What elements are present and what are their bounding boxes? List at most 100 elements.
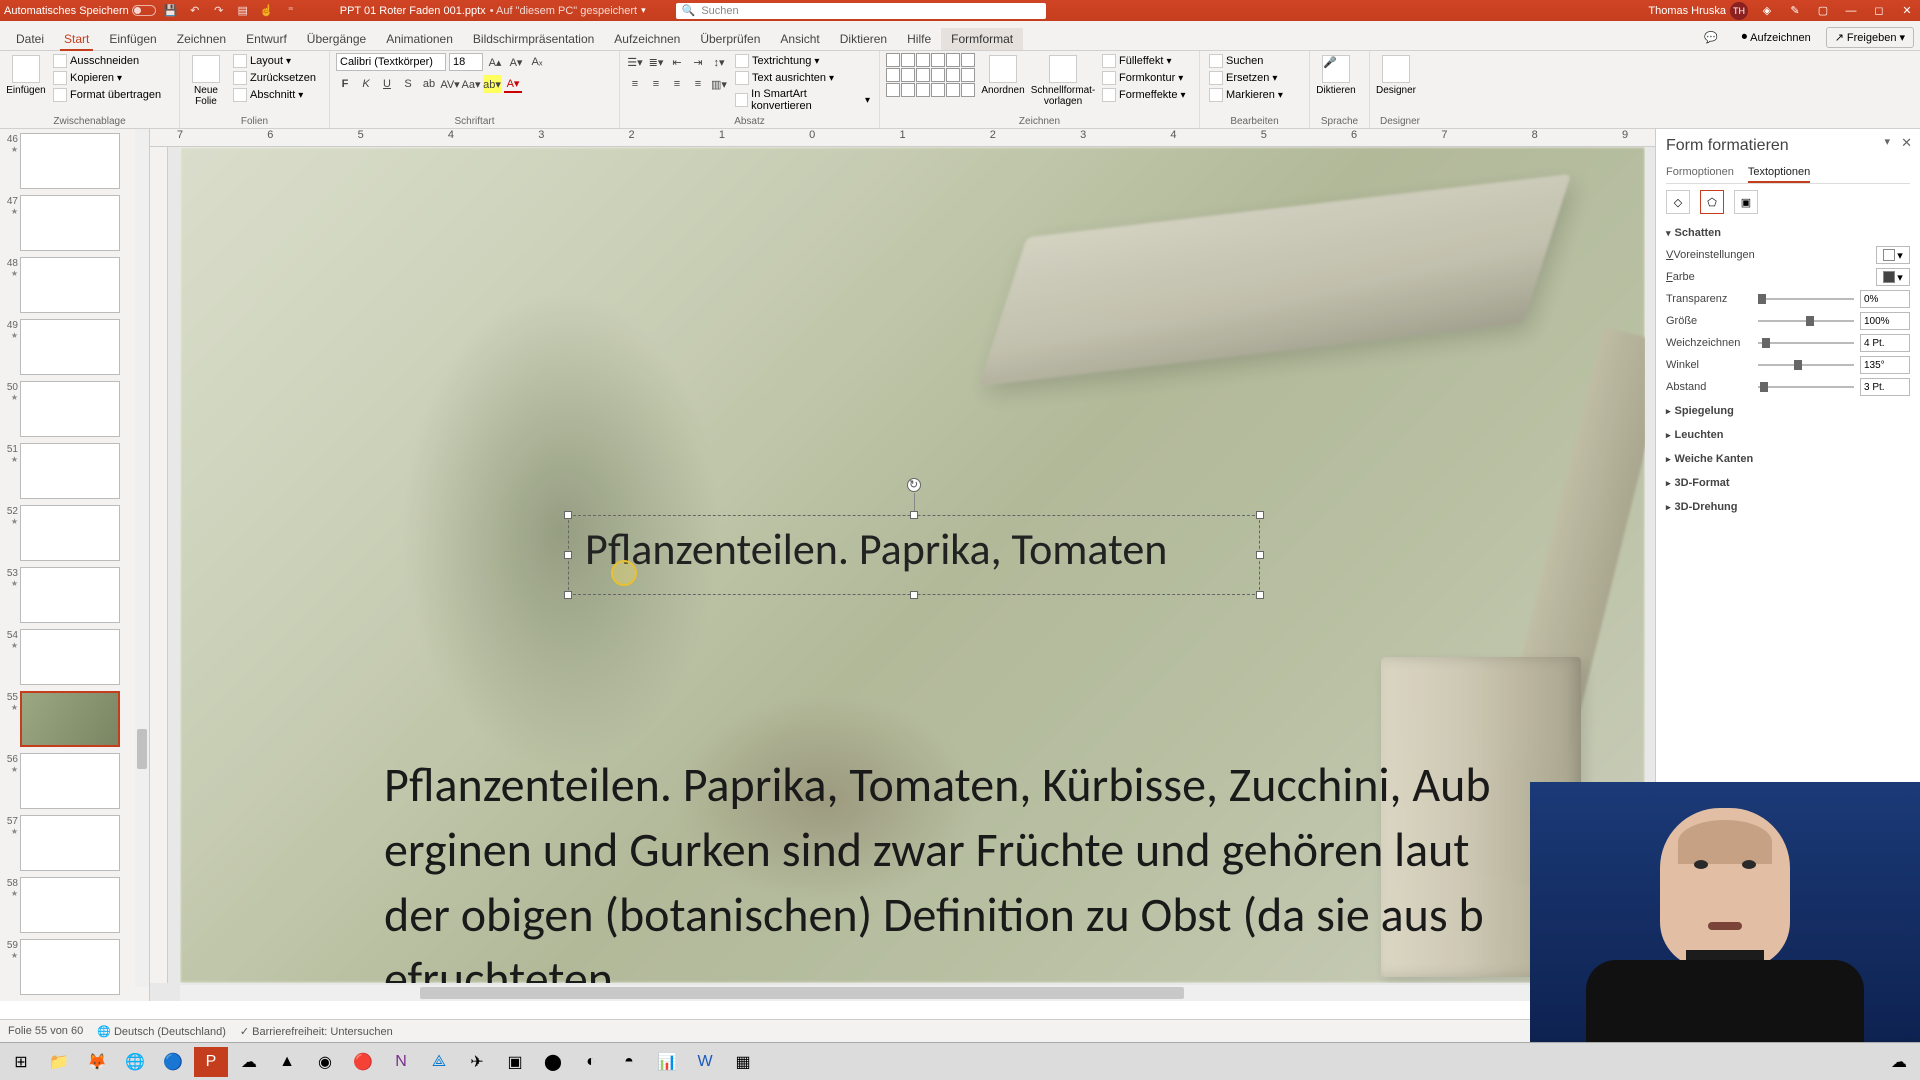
comments-button[interactable]: 💬 [1695, 27, 1727, 48]
slide-thumb-49[interactable]: 49★ [2, 319, 147, 375]
tab-aufzeichnen[interactable]: Aufzeichnen [604, 28, 690, 50]
thumb-scrollbar[interactable] [135, 129, 149, 987]
tab-textoptionen[interactable]: Textoptionen [1748, 163, 1810, 183]
pen-icon[interactable]: ✎ [1786, 2, 1804, 20]
slide-thumb-53[interactable]: 53★ [2, 567, 147, 623]
outline-button[interactable]: Formkontur ▾ [1099, 70, 1189, 86]
fillline-tab-icon[interactable]: ◇ [1666, 190, 1690, 214]
slide-counter[interactable]: Folie 55 von 60 [8, 1025, 83, 1037]
rotate-handle[interactable] [907, 478, 921, 492]
start-icon[interactable]: ⊞ [4, 1047, 38, 1077]
angle-slider[interactable] [1758, 359, 1854, 371]
shrinkfont-icon[interactable]: A▾ [507, 53, 525, 71]
presets-dropdown[interactable]: ▾ [1876, 246, 1910, 264]
resize-handle[interactable] [910, 511, 918, 519]
slide-thumb-58[interactable]: 58★ [2, 877, 147, 933]
edge-icon[interactable]: 🔵 [156, 1047, 190, 1077]
pane-close-icon[interactable]: ✕ [1901, 135, 1912, 151]
blur-value[interactable]: 4 Pt. [1860, 334, 1910, 352]
resize-handle[interactable] [1256, 551, 1264, 559]
vlc-icon[interactable]: ▲ [270, 1047, 304, 1077]
section-3ddrehung[interactable]: ▸3D-Drehung [1666, 498, 1910, 516]
fill-button[interactable]: Fülleffekt ▾ [1099, 53, 1189, 69]
slide-thumb-50[interactable]: 50★ [2, 381, 147, 437]
designer-button[interactable]: Designer [1376, 53, 1416, 96]
outdent-icon[interactable]: ⇤ [668, 53, 686, 71]
tab-entwurf[interactable]: Entwurf [236, 28, 297, 50]
case-icon[interactable]: Aa▾ [462, 75, 480, 93]
resize-handle[interactable] [564, 511, 572, 519]
slide-thumb-57[interactable]: 57★ [2, 815, 147, 871]
section-leuchten[interactable]: ▸Leuchten [1666, 426, 1910, 444]
tab-zeichnen[interactable]: Zeichnen [167, 28, 236, 50]
distance-value[interactable]: 3 Pt. [1860, 378, 1910, 396]
distance-slider[interactable] [1758, 381, 1854, 393]
find-button[interactable]: Suchen [1206, 53, 1286, 69]
minimize-icon[interactable]: — [1842, 2, 1860, 20]
italic-icon[interactable]: K [357, 75, 375, 93]
resize-handle[interactable] [1256, 591, 1264, 599]
select-button[interactable]: Markieren ▾ [1206, 87, 1286, 103]
app6-icon[interactable]: ◓ [612, 1047, 646, 1077]
arrange-button[interactable]: Anordnen [979, 53, 1027, 96]
slide[interactable]: Pflanzenteilen. Paprika, Tomaten Pflanze… [180, 147, 1645, 983]
search-box[interactable]: 🔍 Suchen [676, 3, 1046, 19]
close-icon[interactable]: ✕ [1898, 2, 1916, 20]
present-icon[interactable]: ▤ [234, 2, 252, 20]
clearformat-icon[interactable]: Aₓ [528, 53, 546, 71]
transparency-value[interactable]: 0% [1860, 290, 1910, 308]
obs-icon[interactable]: ⬤ [536, 1047, 570, 1077]
textdirection-button[interactable]: Textrichtung ▾ [732, 53, 873, 69]
section-button[interactable]: Abschnitt ▾ [230, 87, 319, 103]
cut-button[interactable]: Ausschneiden [50, 53, 164, 69]
slide-thumb-47[interactable]: 47★ [2, 195, 147, 251]
tab-datei[interactable]: Datei [6, 28, 54, 50]
formatpainter-button[interactable]: Format übertragen [50, 87, 164, 103]
slide-thumb-54[interactable]: 54★ [2, 629, 147, 685]
resize-handle[interactable] [910, 591, 918, 599]
layout-tab-icon[interactable]: ▣ [1734, 190, 1758, 214]
share-button[interactable]: ↗ Freigeben ▾ [1826, 27, 1914, 48]
tab-bildschirm[interactable]: Bildschirmpräsentation [463, 28, 604, 50]
section-spiegelung[interactable]: ▸Spiegelung [1666, 402, 1910, 420]
canvas-h-scrollbar[interactable] [180, 985, 1645, 1001]
shadow-color-dropdown[interactable]: ▾ [1876, 268, 1910, 286]
word-icon[interactable]: W [688, 1047, 722, 1077]
vscode-icon[interactable]: ⟁ [422, 1047, 456, 1077]
slide-thumb-51[interactable]: 51★ [2, 443, 147, 499]
growfont-icon[interactable]: A▴ [486, 53, 504, 71]
indent-icon[interactable]: ⇥ [689, 53, 707, 71]
size-slider[interactable] [1758, 315, 1854, 327]
justify-icon[interactable]: ≡ [689, 75, 707, 93]
accessibility-status[interactable]: ✓ Barrierefreiheit: Untersuchen [240, 1025, 393, 1038]
fontname-combo[interactable]: Calibri (Textkörper) [336, 53, 446, 71]
strike-icon[interactable]: S [399, 75, 417, 93]
quickstyles-button[interactable]: Schnellformat- vorlagen [1031, 53, 1095, 107]
aligncenter-icon[interactable]: ≡ [647, 75, 665, 93]
blur-slider[interactable] [1758, 337, 1854, 349]
bold-icon[interactable]: F [336, 75, 354, 93]
tab-formformat[interactable]: Formformat [941, 28, 1023, 50]
transparency-slider[interactable] [1758, 293, 1854, 305]
slide-canvas[interactable]: 76543210123456789 Pflanzenteilen. Paprik… [150, 129, 1655, 1001]
tab-ueberpruefen[interactable]: Überprüfen [690, 28, 770, 50]
body-text[interactable]: Pflanzenteilen. Paprika, Tomaten, Kürbis… [384, 753, 1505, 983]
slide-thumb-48[interactable]: 48★ [2, 257, 147, 313]
explorer-icon[interactable]: 📁 [42, 1047, 76, 1077]
section-3dformat[interactable]: ▸3D-Format [1666, 474, 1910, 492]
record-button[interactable]: ⏺ Aufzeichnen [1733, 27, 1820, 48]
tab-einfuegen[interactable]: Einfügen [99, 28, 166, 50]
slide-thumb-55[interactable]: 55★ [2, 691, 147, 747]
tab-uebergaenge[interactable]: Übergänge [297, 28, 376, 50]
user-account[interactable]: Thomas Hruska TH [1648, 2, 1748, 20]
reset-button[interactable]: Zurücksetzen [230, 70, 319, 86]
layout-button[interactable]: Layout ▾ [230, 53, 319, 69]
fontsize-combo[interactable]: 18 [449, 53, 483, 71]
slide-thumb-46[interactable]: 46★ [2, 133, 147, 189]
firefox-icon[interactable]: 🦊 [80, 1047, 114, 1077]
pane-options-icon[interactable]: ▾ [1884, 135, 1890, 148]
app7-icon[interactable]: 📊 [650, 1047, 684, 1077]
shadow-icon[interactable]: ab [420, 75, 438, 93]
maximize-icon[interactable]: ◻ [1870, 2, 1888, 20]
resize-handle[interactable] [564, 591, 572, 599]
